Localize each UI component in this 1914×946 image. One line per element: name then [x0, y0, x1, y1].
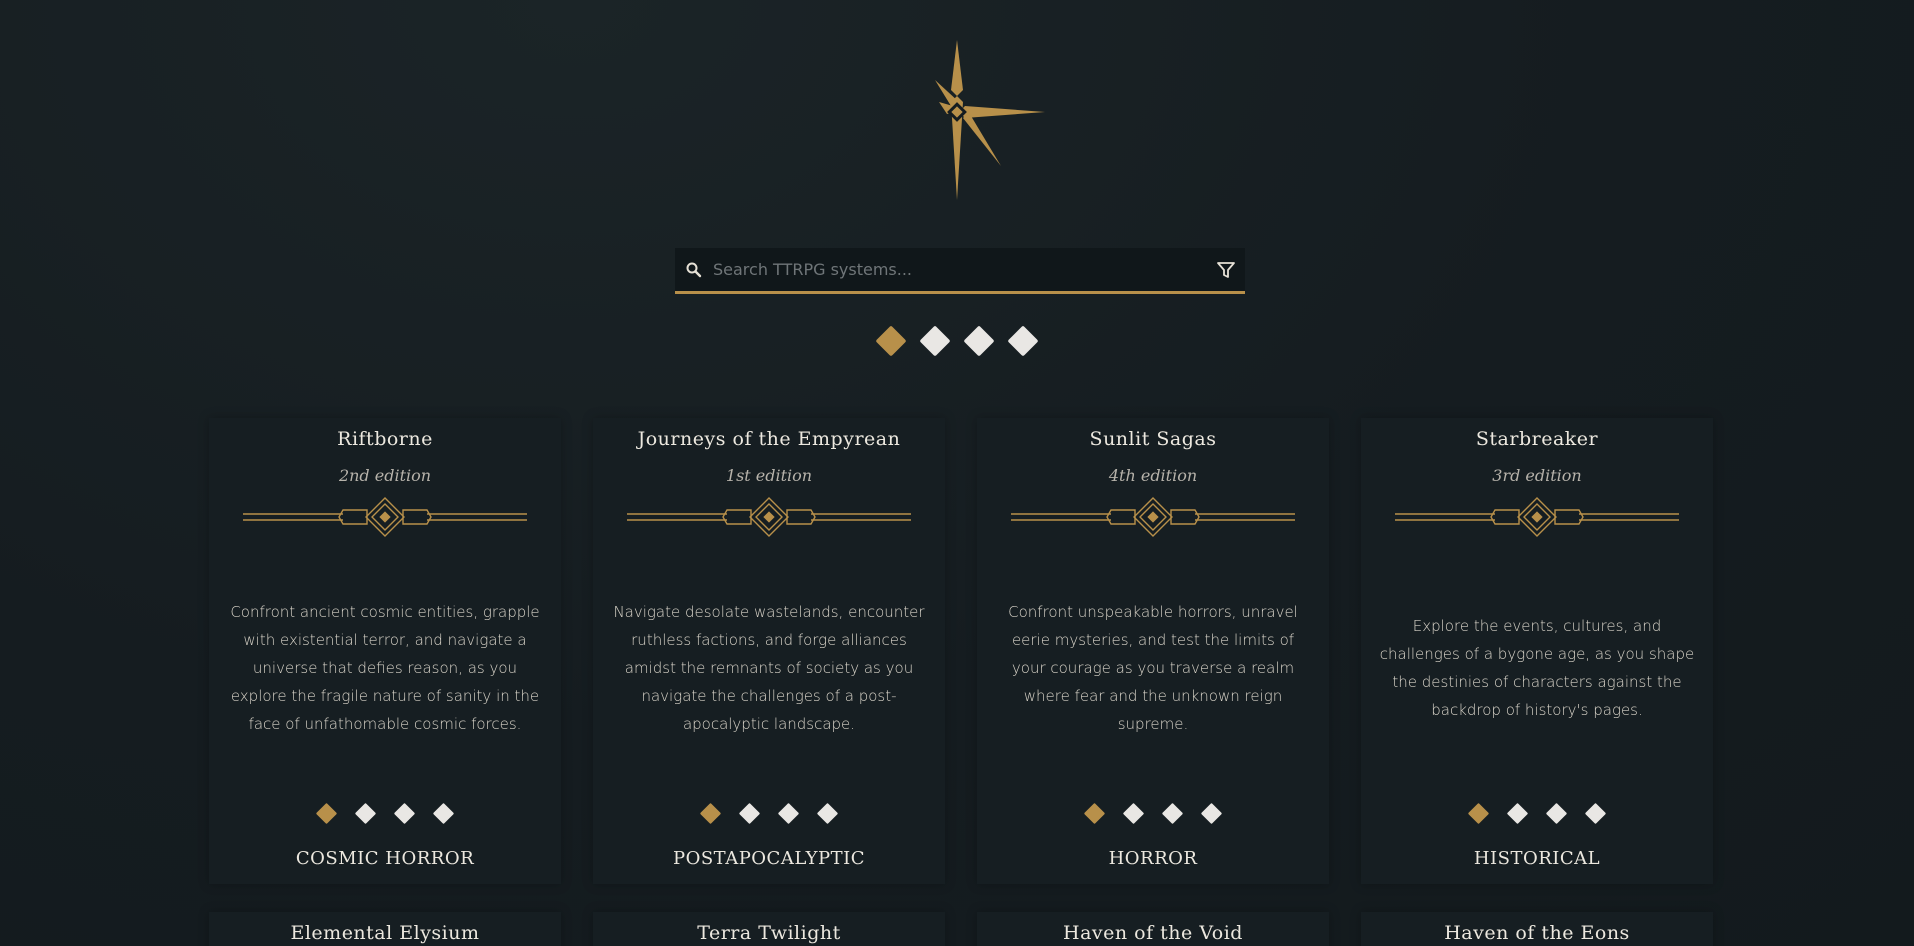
system-card[interactable]: Journeys of the Empyrean 1st edition Nav…: [593, 418, 945, 884]
card-title: Riftborne: [337, 428, 433, 450]
card-pagination: [209, 802, 561, 825]
page-dot-1[interactable]: [875, 325, 907, 357]
card-genre: POSTAPOCALYPTIC: [672, 848, 866, 869]
card-title: Haven of the Eons: [1444, 922, 1630, 944]
card-pagination: [977, 802, 1329, 825]
card-title: Sunlit Sagas: [1089, 428, 1217, 450]
card-dot-4[interactable]: [1584, 802, 1607, 825]
card-pagination: [1361, 802, 1713, 825]
page-dot-2[interactable]: [919, 325, 951, 357]
compass-star-icon: [935, 40, 1045, 200]
card-dot-3[interactable]: [1161, 802, 1184, 825]
system-card[interactable]: Haven of the Void: [977, 912, 1329, 946]
page-dot-3[interactable]: [963, 325, 995, 357]
card-title: Starbreaker: [1475, 428, 1599, 450]
card-dot-1[interactable]: [1467, 802, 1490, 825]
system-card[interactable]: Riftborne 2nd edition Confront ancient c…: [209, 418, 561, 884]
card-title: Haven of the Void: [1063, 922, 1243, 944]
card-description: Confront ancient cosmic entities, grappl…: [230, 603, 540, 733]
card-dot-4[interactable]: [432, 802, 455, 825]
card-dot-3[interactable]: [777, 802, 800, 825]
card-description: Navigate desolate wastelands, encounter …: [613, 603, 925, 733]
card-dot-4[interactable]: [1200, 802, 1223, 825]
page-dot-4[interactable]: [1007, 325, 1039, 357]
art-deco-divider-icon: [1395, 497, 1679, 537]
card-dot-1[interactable]: [699, 802, 722, 825]
card-dot-2[interactable]: [1506, 802, 1529, 825]
card-genre: COSMIC HORROR: [295, 848, 475, 869]
search-icon: [686, 262, 702, 277]
card-description: Confront unspeakable horrors, unravel ee…: [1008, 603, 1298, 733]
card-genre: HORROR: [1108, 848, 1198, 869]
card-genre: HISTORICAL: [1473, 848, 1601, 869]
system-card[interactable]: Starbreaker 3rd edition Explore the even…: [1361, 418, 1713, 884]
card-edition: 3rd edition: [1492, 466, 1582, 485]
card-edition: 2nd edition: [338, 466, 432, 485]
card-dot-2[interactable]: [1122, 802, 1145, 825]
card-edition: 4th edition: [1108, 466, 1198, 485]
system-card[interactable]: Haven of the Eons: [1361, 912, 1713, 946]
card-description: Explore the events, cultures, and challe…: [1379, 617, 1695, 719]
card-dot-2[interactable]: [354, 802, 377, 825]
card-edition: 1st edition: [725, 466, 813, 485]
art-deco-divider-icon: [627, 497, 911, 537]
card-dot-4[interactable]: [816, 802, 839, 825]
card-dot-1[interactable]: [315, 802, 338, 825]
system-card[interactable]: Terra Twilight: [593, 912, 945, 946]
card-dot-2[interactable]: [738, 802, 761, 825]
filter-icon[interactable]: [1217, 261, 1235, 279]
card-dot-3[interactable]: [393, 802, 416, 825]
search-input[interactable]: [703, 248, 1217, 291]
card-title: Journeys of the Empyrean: [637, 428, 901, 450]
card-title: Terra Twilight: [697, 922, 841, 944]
system-card[interactable]: Sunlit Sagas 4th edition Confront unspea…: [977, 418, 1329, 884]
card-title: Elemental Elysium: [290, 922, 480, 944]
art-deco-divider-icon: [243, 497, 527, 537]
page-pagination: [0, 325, 1914, 357]
card-dot-3[interactable]: [1545, 802, 1568, 825]
card-dot-1[interactable]: [1083, 802, 1106, 825]
art-deco-divider-icon: [1011, 497, 1295, 537]
search-bar: [675, 248, 1245, 294]
system-grid: Riftborne 2nd edition Confront ancient c…: [209, 418, 1713, 946]
card-pagination: [593, 802, 945, 825]
system-card[interactable]: Elemental Elysium: [209, 912, 561, 946]
